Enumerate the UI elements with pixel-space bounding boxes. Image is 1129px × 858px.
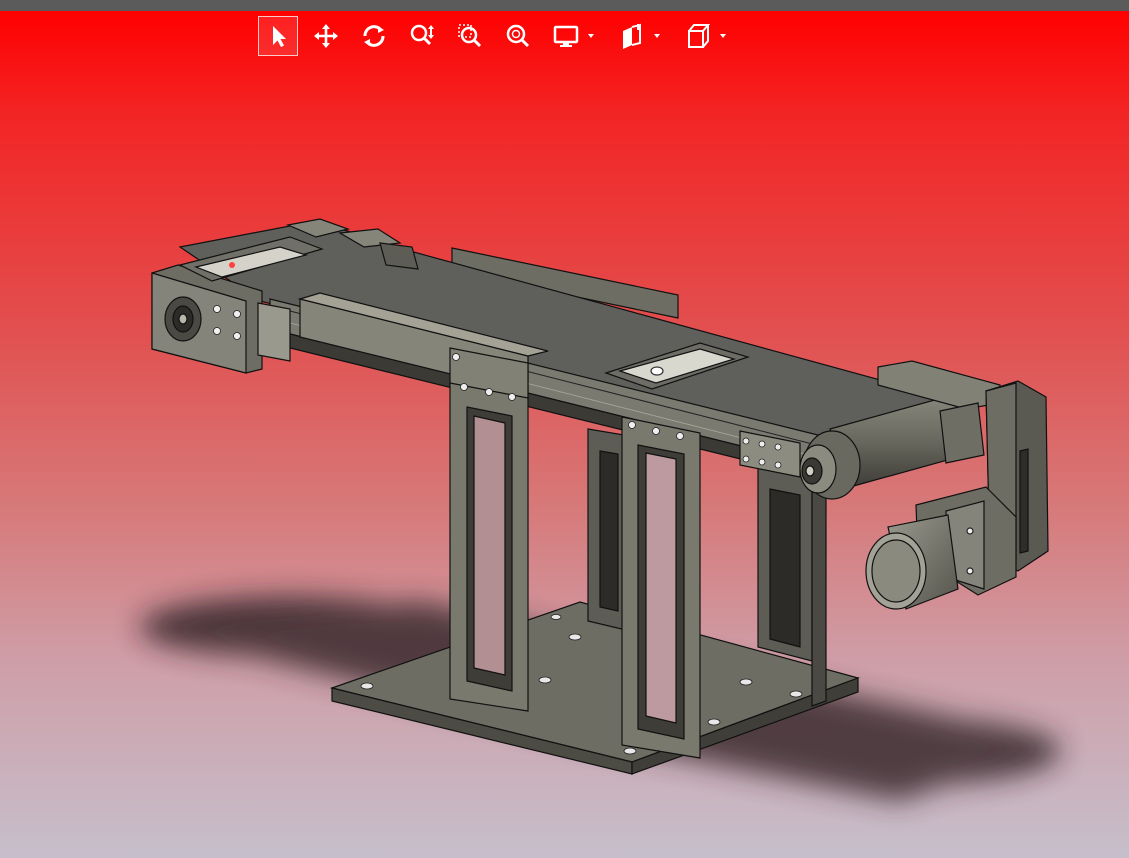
front-frame-right — [621, 416, 701, 759]
rotate-tool-button[interactable] — [354, 16, 394, 56]
display-style-icon — [553, 25, 579, 47]
chevron-down-icon — [588, 34, 594, 38]
display-style-dropdown[interactable] — [546, 16, 604, 56]
rotate-icon — [363, 25, 385, 47]
section-view-dropdown[interactable] — [612, 16, 670, 56]
right-bracket — [939, 402, 985, 464]
zoom-in-out-button[interactable] — [402, 16, 442, 56]
chevron-down-icon — [654, 34, 660, 38]
section-view-icon — [623, 23, 641, 49]
3d-model-scene[interactable] — [0, 11, 1129, 858]
zoom-fit-button[interactable] — [498, 16, 538, 56]
view-toolbar — [258, 16, 744, 56]
pan-move-icon — [314, 24, 338, 48]
chevron-down-icon — [720, 34, 726, 38]
select-arrow-icon — [273, 26, 286, 47]
front-frame-left — [449, 347, 529, 712]
view-orientation-dropdown[interactable] — [678, 16, 736, 56]
zoom-window-icon — [458, 24, 482, 48]
zoom-window-button[interactable] — [450, 16, 490, 56]
title-bar — [0, 0, 1129, 11]
zoom-in-out-icon — [410, 24, 434, 46]
zoom-fit-icon — [506, 24, 530, 48]
select-tool-button[interactable] — [258, 16, 298, 56]
view-orientation-cube-icon — [688, 24, 711, 48]
pan-tool-button[interactable] — [306, 16, 346, 56]
